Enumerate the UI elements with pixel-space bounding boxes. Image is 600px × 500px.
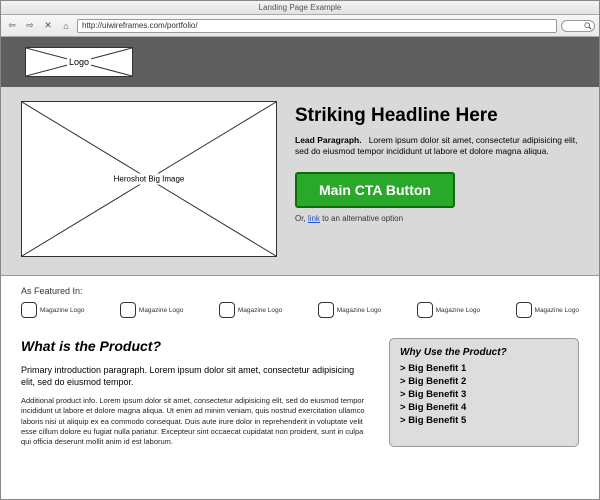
magazine-item: Magazine Logo (318, 302, 381, 318)
magazine-item: Magazine Logo (219, 302, 282, 318)
benefit-label: Big Benefit 3 (408, 389, 466, 400)
alt-link[interactable]: link (308, 214, 320, 223)
magazine-logo-icon (318, 302, 334, 318)
browser-window: Landing Page Example ⇦ ⇨ ✕ ⌂ http://uiwi… (0, 0, 600, 500)
logo-placeholder[interactable]: Logo (25, 47, 133, 77)
magazine-logo-icon (219, 302, 235, 318)
benefit-label: Big Benefit 2 (408, 376, 466, 387)
home-icon[interactable]: ⌂ (59, 19, 73, 33)
magazine-label: Magazine Logo (238, 307, 282, 314)
magazine-logo-icon (516, 302, 532, 318)
hero-lead: Lead Paragraph. Lorem ipsum dolor sit am… (295, 135, 579, 158)
magazine-label: Magazine Logo (535, 307, 579, 314)
hero-headline: Striking Headline Here (295, 105, 579, 127)
benefit-label: Big Benefit 5 (408, 415, 466, 426)
page-content: Logo Heroshot Big Image Striking Headlin… (1, 37, 599, 500)
magazine-item: Magazine Logo (120, 302, 183, 318)
benefit-item: > Big Benefit 1 (400, 362, 568, 375)
magazine-item: Magazine Logo (21, 302, 84, 318)
magazine-label: Magazine Logo (436, 307, 480, 314)
benefit-item: > Big Benefit 4 (400, 401, 568, 414)
featured-title: As Featured In: (21, 286, 579, 296)
top-nav: Logo (1, 37, 599, 87)
magazine-logo-icon (21, 302, 37, 318)
lower-section: What is the Product? Primary introductio… (1, 324, 599, 467)
magazine-item: Magazine Logo (417, 302, 480, 318)
product-para-1: Primary introduction paragraph. Lorem ip… (21, 364, 369, 388)
window-titlebar: Landing Page Example (1, 1, 599, 15)
magazine-label: Magazine Logo (337, 307, 381, 314)
magazine-logo-icon (417, 302, 433, 318)
benefits-heading: Why Use the Product? (400, 347, 568, 358)
url-input[interactable]: http://uiwireframes.com/portfolio/ (77, 19, 557, 33)
magazine-row: Magazine Logo Magazine Logo Magazine Log… (21, 302, 579, 318)
product-heading: What is the Product? (21, 338, 369, 354)
magazine-label: Magazine Logo (139, 307, 183, 314)
benefit-label: Big Benefit 1 (408, 363, 466, 374)
browser-toolbar: ⇦ ⇨ ✕ ⌂ http://uiwireframes.com/portfoli… (1, 15, 599, 37)
hero-text: Striking Headline Here Lead Paragraph. L… (295, 101, 579, 257)
main-cta-button[interactable]: Main CTA Button (295, 172, 455, 208)
search-icon (584, 22, 592, 30)
window-title: Landing Page Example (259, 3, 342, 12)
back-icon[interactable]: ⇦ (5, 19, 19, 33)
lead-label: Lead Paragraph. (295, 135, 362, 145)
hero-image-label: Heroshot Big Image (111, 174, 188, 185)
benefits-list: > Big Benefit 1 > Big Benefit 2 > Big Be… (400, 362, 568, 427)
stop-icon[interactable]: ✕ (41, 19, 55, 33)
hero-image-placeholder: Heroshot Big Image (21, 101, 277, 257)
benefit-item: > Big Benefit 5 (400, 414, 568, 427)
magazine-item: Magazine Logo (516, 302, 579, 318)
benefits-box: Why Use the Product? > Big Benefit 1 > B… (389, 338, 579, 447)
logo-label: Logo (67, 57, 91, 67)
product-para-2: Additional product info. Lorem ipsum dol… (21, 396, 369, 447)
benefit-label: Big Benefit 4 (408, 402, 466, 413)
magazine-logo-icon (120, 302, 136, 318)
product-column: What is the Product? Primary introductio… (21, 338, 369, 447)
alt-prefix: Or, (295, 214, 308, 223)
benefit-item: > Big Benefit 2 (400, 375, 568, 388)
magazine-label: Magazine Logo (40, 307, 84, 314)
benefit-item: > Big Benefit 3 (400, 388, 568, 401)
alt-suffix: to an alternative option (320, 214, 403, 223)
search-pill[interactable] (561, 20, 595, 32)
hero-section: Heroshot Big Image Striking Headline Her… (1, 87, 599, 276)
alt-option: Or, link to an alternative option (295, 214, 579, 223)
forward-icon[interactable]: ⇨ (23, 19, 37, 33)
featured-section: As Featured In: Magazine Logo Magazine L… (1, 276, 599, 324)
